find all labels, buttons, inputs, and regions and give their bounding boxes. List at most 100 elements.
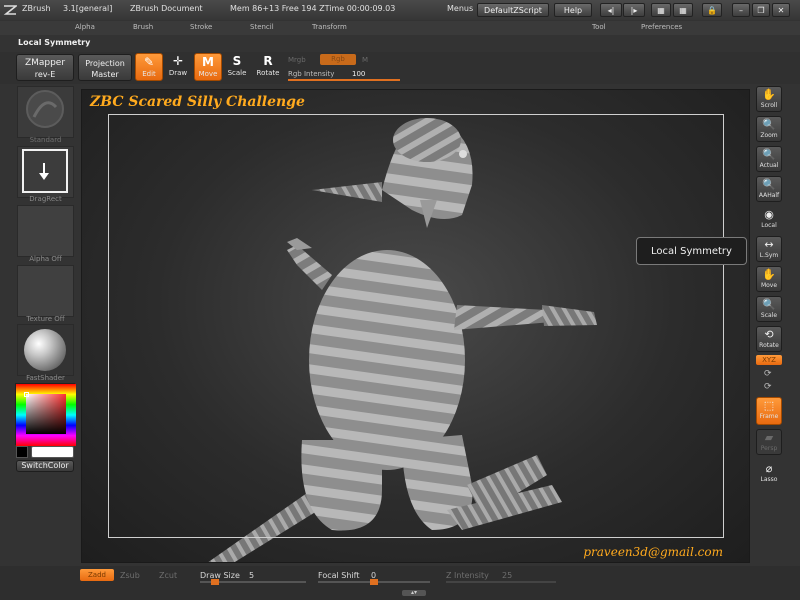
scroll-hand-icon: ✋	[762, 88, 776, 101]
move-view-label: Move	[760, 282, 778, 289]
local-icon: ◉	[764, 208, 774, 221]
layout-a-icon[interactable]: ▦	[651, 3, 671, 17]
shelf-toggle-icon[interactable]: ▴▾	[402, 590, 426, 596]
material-label: FastShader	[26, 374, 65, 382]
menu-transform[interactable]: Transform	[312, 23, 347, 31]
document-name: ZBrush Document	[130, 4, 203, 13]
actual-button[interactable]: 🔍 Actual	[756, 146, 782, 172]
zoom-button[interactable]: 🔍 Zoom	[756, 116, 782, 142]
move-button[interactable]: M Move	[194, 53, 222, 81]
xyz-button[interactable]: XYZ	[756, 355, 782, 365]
menu-stencil[interactable]: Stencil	[250, 23, 274, 31]
scroll-label: Scroll	[760, 102, 778, 109]
bottom-shelf: Zadd Zsub Zcut Draw Size 5 Focal Shift 0…	[0, 566, 800, 600]
menu-preferences[interactable]: Preferences	[641, 23, 682, 31]
aahalf-label: AAHalf	[758, 192, 780, 199]
zmapper-button[interactable]: ZMapper rev-E	[16, 54, 74, 81]
zadd-button[interactable]: Zadd	[80, 569, 114, 581]
persp-button[interactable]: ▰ Persp	[756, 429, 782, 455]
focal-shift-thumb[interactable]	[370, 579, 378, 585]
local-symmetry-label: L.Sym	[759, 252, 779, 259]
rgb-button[interactable]: Rgb	[320, 54, 356, 65]
rotate-button[interactable]: R Rotate	[254, 53, 282, 81]
primary-color-swatch[interactable]	[16, 446, 28, 458]
move-view-button[interactable]: ✋ Move	[756, 266, 782, 292]
texture-tile[interactable]	[17, 265, 74, 317]
alpha-tile[interactable]	[17, 205, 74, 257]
zbrush-window: ZBrush 3.1[general] ZBrush Document Mem …	[0, 0, 800, 600]
lock-icon[interactable]: 🔒	[702, 3, 722, 17]
lasso-button[interactable]: ⌀ Lasso	[756, 460, 782, 486]
menu-alpha[interactable]: Alpha	[75, 23, 95, 31]
scale-button[interactable]: S Scale	[223, 53, 251, 81]
alpha-label: Alpha Off	[29, 255, 62, 263]
help-button[interactable]: Help	[554, 3, 592, 17]
aahalf-button[interactable]: 🔍 AAHalf	[756, 176, 782, 202]
material-tile[interactable]	[17, 324, 74, 376]
frame-label: Frame	[759, 413, 779, 420]
menu-brush[interactable]: Brush	[133, 23, 153, 31]
projection-master-button[interactable]: Projection Master	[78, 54, 132, 81]
aahalf-icon: 🔍	[762, 178, 776, 191]
rotate-icon: R	[263, 54, 273, 68]
menus-label[interactable]: Menus	[447, 4, 473, 13]
restore-icon[interactable]: ❐	[752, 3, 770, 17]
local-symmetry-button[interactable]: ↔ L.Sym	[756, 236, 782, 262]
fastshader-sphere-icon	[24, 329, 66, 371]
frame-button[interactable]: ⬚ Frame	[756, 397, 782, 425]
local-symmetry-tooltip: Local Symmetry	[636, 237, 747, 265]
secondary-color-swatch[interactable]	[31, 446, 74, 458]
zmapper-sub-label: rev-E	[34, 70, 56, 79]
default-zscript-button[interactable]: DefaultZScript	[477, 3, 549, 17]
edit-label: Edit	[142, 70, 156, 78]
scale-view-label: Scale	[760, 312, 778, 319]
rotate-axis-z-icon[interactable]: ⟳	[764, 382, 772, 392]
draw-label: Draw	[168, 69, 188, 77]
brush-tile[interactable]	[17, 86, 74, 138]
texture-label: Texture Off	[26, 315, 65, 323]
local-button[interactable]: ◉ Local	[756, 206, 782, 232]
menu-tool[interactable]: Tool	[592, 23, 606, 31]
stroke-tile[interactable]	[17, 146, 74, 198]
lasso-label: Lasso	[760, 476, 778, 483]
zcut-button[interactable]: Zcut	[159, 571, 177, 580]
memory-status: Mem 86+13 Free 194 ZTime 00:00:09.03	[230, 4, 396, 13]
rgb-intensity-value: 100	[352, 70, 366, 78]
color-picker[interactable]	[15, 383, 76, 446]
move-icon: M	[202, 55, 214, 69]
switch-color-button[interactable]: SwitchColor	[16, 460, 74, 472]
document-canvas[interactable]: ZBC Scared Silly Challenge praveen3d@gma…	[81, 89, 750, 563]
layout-next-icon[interactable]: |▸	[623, 3, 645, 17]
close-icon[interactable]: ✕	[772, 3, 790, 17]
app-name: ZBrush	[22, 4, 51, 13]
scroll-button[interactable]: ✋ Scroll	[756, 86, 782, 112]
z-intensity-slider[interactable]	[446, 581, 556, 583]
menu-stroke[interactable]: Stroke	[190, 23, 212, 31]
edit-button[interactable]: ✎ Edit	[135, 53, 163, 81]
m-button[interactable]: M	[362, 56, 368, 64]
scale-view-button[interactable]: 🔍 Scale	[756, 296, 782, 322]
mrgb-button[interactable]: Mrgb	[288, 56, 306, 64]
color-square[interactable]	[26, 394, 66, 434]
zsub-button[interactable]: Zsub	[120, 571, 140, 580]
minimize-icon[interactable]: –	[732, 3, 750, 17]
brush-label: Standard	[29, 136, 62, 144]
zoom-label: Zoom	[760, 132, 778, 139]
projection-sub-label: Master	[91, 70, 119, 79]
layout-b-icon[interactable]: ▦	[673, 3, 693, 17]
projection-label: Projection	[85, 59, 125, 68]
persp-label: Persp	[760, 445, 778, 452]
draw-size-thumb[interactable]	[211, 579, 219, 585]
top-shelf: ZMapper rev-E Projection Master ✎ Edit ✛…	[0, 52, 800, 84]
rgb-intensity-label: Rgb Intensity	[288, 70, 335, 78]
author-email-overlay: praveen3d@gmail.com	[583, 545, 723, 559]
rotate-view-button[interactable]: ⟲ Rotate	[756, 326, 782, 352]
draw-button[interactable]: ✛ Draw	[164, 53, 192, 81]
rotate-view-icon: ⟲	[764, 328, 774, 341]
layout-prev-icon[interactable]: ◂|	[600, 3, 622, 17]
local-symmetry-icon: ↔	[764, 238, 774, 251]
standard-brush-icon	[26, 90, 64, 128]
local-label: Local	[761, 222, 777, 229]
rotate-axis-y-icon[interactable]: ⟳	[764, 369, 772, 379]
move-label: Move	[198, 70, 218, 78]
